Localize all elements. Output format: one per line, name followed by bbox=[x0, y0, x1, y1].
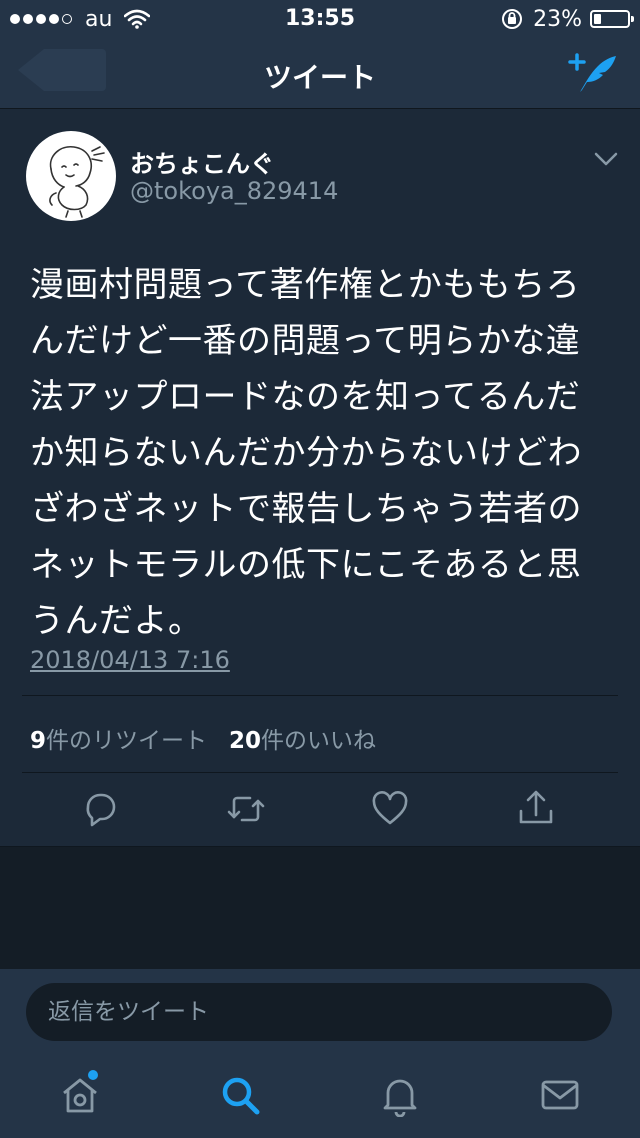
reply-bar: 返信をツイート bbox=[0, 969, 640, 1055]
reply-input[interactable]: 返信をツイート bbox=[26, 983, 612, 1041]
heart-icon[interactable] bbox=[370, 785, 410, 833]
orientation-lock-icon bbox=[502, 9, 523, 29]
status-right: 23% bbox=[501, 6, 634, 32]
like-count-link[interactable]: 20件のいいね bbox=[229, 728, 376, 754]
nav-bar: ツイート bbox=[0, 40, 640, 109]
share-icon[interactable] bbox=[516, 785, 556, 833]
like-count: 20 bbox=[228, 728, 261, 754]
retweet-icon[interactable] bbox=[226, 785, 266, 833]
home-icon[interactable] bbox=[58, 1073, 102, 1117]
battery-fill bbox=[594, 14, 601, 24]
bell-icon[interactable] bbox=[378, 1073, 422, 1117]
tab-bar bbox=[0, 1055, 640, 1138]
author-handle[interactable]: @tokoya_829414 bbox=[130, 177, 338, 205]
tweet-text: 漫画村問題って著作権とかももちろんだけど一番の問題って明らかな違法アップロードな… bbox=[30, 265, 582, 641]
avatar[interactable] bbox=[26, 131, 116, 221]
battery-nub bbox=[631, 16, 634, 22]
chevron-down-icon[interactable] bbox=[594, 151, 618, 167]
mail-icon[interactable] bbox=[538, 1073, 582, 1117]
retweet-count-link[interactable]: 9件のリツイート bbox=[30, 728, 207, 754]
avatar-drawing bbox=[49, 146, 105, 218]
battery-icon bbox=[590, 10, 634, 28]
reply-icon[interactable] bbox=[80, 785, 120, 833]
author-name[interactable]: おちょこんぐ bbox=[130, 144, 274, 179]
tweet-timestamp[interactable]: 2018/04/13 7:16 bbox=[30, 646, 230, 674]
status-bar: au 13:55 23% bbox=[0, 0, 640, 40]
like-label: 件のいいね bbox=[260, 728, 376, 754]
divider bbox=[22, 695, 618, 696]
empty-replies-area bbox=[0, 847, 640, 969]
engagement-counts: 9件のリツイート 20件のいいね bbox=[30, 721, 376, 755]
retweet-count: 9 bbox=[30, 728, 47, 754]
page-title: ツイート bbox=[263, 61, 376, 94]
search-icon[interactable] bbox=[218, 1073, 262, 1117]
notification-dot bbox=[88, 1070, 98, 1080]
battery-percent: 23% bbox=[533, 6, 582, 32]
divider bbox=[22, 772, 618, 773]
retweet-label: 件のリツイート bbox=[46, 728, 208, 754]
compose-tweet-icon[interactable] bbox=[568, 52, 618, 94]
